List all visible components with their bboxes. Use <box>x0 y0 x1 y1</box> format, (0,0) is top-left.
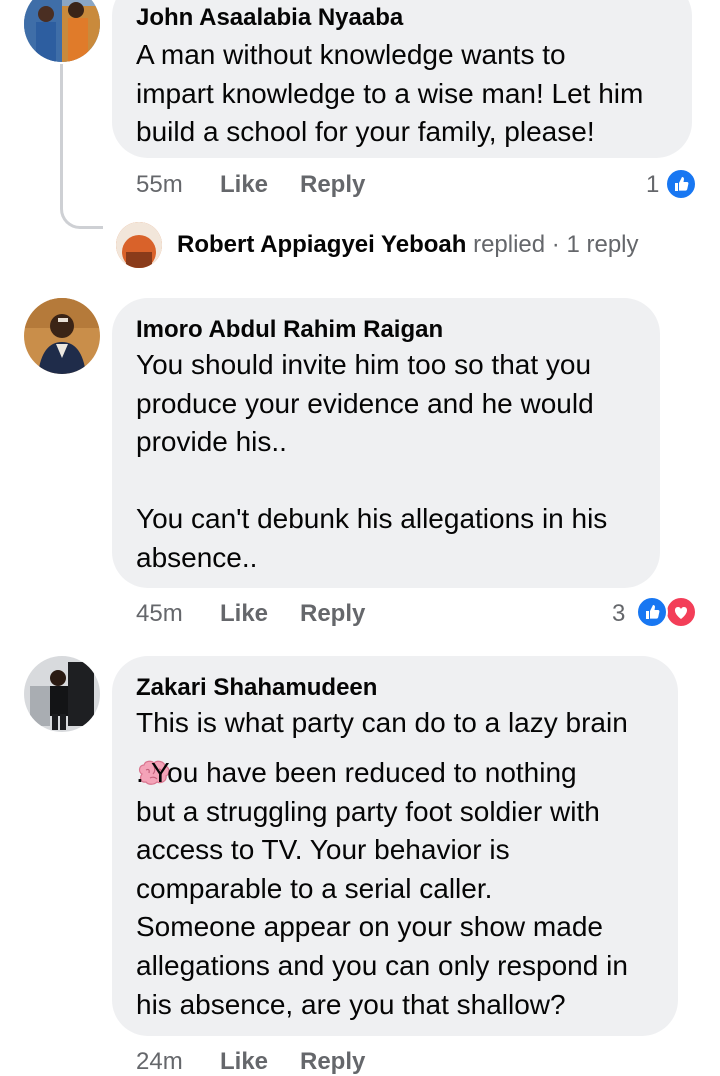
thread-connector-line <box>60 64 103 229</box>
comment-timestamp[interactable]: 24m <box>136 1048 183 1076</box>
avatar[interactable] <box>24 656 100 732</box>
commenter-name[interactable]: Zakari Shahamudeen <box>136 674 377 702</box>
reply-action: replied <box>473 231 546 258</box>
reply-summary[interactable]: Robert Appiagyei Yeboah replied · 1 repl… <box>177 231 639 259</box>
reply-author-name[interactable]: Robert Appiagyei Yeboah <box>177 231 466 258</box>
avatar-photo <box>116 222 162 268</box>
reaction-count[interactable]: 3 <box>612 600 625 628</box>
comment-timestamp[interactable]: 45m <box>136 600 183 628</box>
avatar[interactable] <box>24 0 100 62</box>
avatar-photo <box>24 298 100 374</box>
commenter-name[interactable]: John Asaalabia Nyaaba <box>136 4 403 32</box>
reply-count[interactable]: · 1 reply <box>552 231 639 258</box>
like-reaction-icon <box>636 596 668 628</box>
avatar[interactable] <box>116 222 162 268</box>
avatar-photo <box>24 656 100 732</box>
reaction-count[interactable]: 1 <box>646 171 659 199</box>
like-button[interactable]: Like <box>220 600 268 628</box>
comment-text: . You have been reduced to nothing but a… <box>136 757 628 1020</box>
avatar[interactable] <box>24 298 100 374</box>
like-reaction-icon <box>665 168 697 200</box>
reply-button[interactable]: Reply <box>300 171 365 199</box>
reply-button[interactable]: Reply <box>300 1048 365 1076</box>
comment-text: A man without knowledge wants to impart … <box>136 39 644 148</box>
comment-text-line: This is what party can do to a lazy brai… <box>136 707 628 738</box>
reply-button[interactable]: Reply <box>300 600 365 628</box>
comment-timestamp[interactable]: 55m <box>136 171 183 199</box>
avatar-photo <box>24 0 100 62</box>
comment-text: You should invite him too so that you pr… <box>136 349 608 573</box>
like-button[interactable]: Like <box>220 1048 268 1076</box>
love-reaction-icon <box>665 596 697 628</box>
like-button[interactable]: Like <box>220 171 268 199</box>
commenter-name[interactable]: Imoro Abdul Rahim Raigan <box>136 316 443 344</box>
